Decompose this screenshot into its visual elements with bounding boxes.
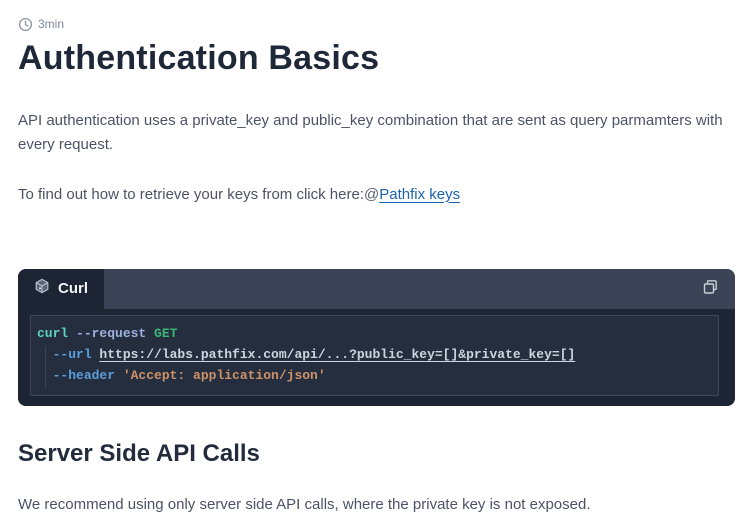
pathfix-keys-link[interactable]: Pathfix keys bbox=[379, 186, 460, 203]
indent-guide bbox=[45, 345, 46, 388]
token-header-value: 'Accept: application/json' bbox=[122, 367, 326, 383]
token-get-method: GET bbox=[154, 325, 178, 341]
section-title: Server Side API Calls bbox=[18, 439, 260, 467]
keys-paragraph: To find out how to retrieve your keys fr… bbox=[18, 183, 735, 207]
code-line-1: curl --request GET bbox=[37, 323, 708, 344]
read-time-label: 3min bbox=[38, 17, 65, 31]
tab-curl-label: Curl bbox=[58, 280, 88, 297]
clock-icon bbox=[18, 17, 33, 32]
package-cube-icon bbox=[34, 278, 50, 299]
page-title: Authentication Basics bbox=[18, 39, 380, 77]
code-body: curl --request GET --url https://labs.pa… bbox=[18, 308, 735, 406]
copy-icon bbox=[701, 278, 720, 300]
read-time: 3min bbox=[18, 16, 735, 32]
at-symbol: @ bbox=[363, 185, 380, 203]
code-block: Curl curl --request GET --url https://la… bbox=[18, 268, 735, 406]
section-paragraph: We recommend using only server side API … bbox=[18, 495, 591, 513]
token-request-flag: --request bbox=[76, 325, 155, 341]
token-header-flag: --header bbox=[52, 367, 123, 383]
code-line-3: --header 'Accept: application/json' bbox=[37, 365, 708, 386]
tab-curl[interactable]: Curl bbox=[18, 268, 104, 309]
token-command: curl bbox=[37, 325, 77, 341]
code-line-2: --url https://labs.pathfix.com/api/...?p… bbox=[37, 344, 708, 365]
token-url-value: https://labs.pathfix.com/api/...?public_… bbox=[99, 346, 576, 362]
intro-paragraph: API authentication uses a private_key an… bbox=[18, 111, 723, 153]
token-url-flag: --url bbox=[52, 346, 100, 362]
doc-page: 3min Authentication Basics API authentic… bbox=[0, 0, 753, 517]
copy-button[interactable] bbox=[695, 274, 725, 304]
code-panel[interactable]: curl --request GET --url https://labs.pa… bbox=[30, 314, 719, 396]
keys-text: To find out how to retrieve your keys fr… bbox=[18, 185, 364, 203]
code-block-header: Curl bbox=[18, 268, 735, 309]
